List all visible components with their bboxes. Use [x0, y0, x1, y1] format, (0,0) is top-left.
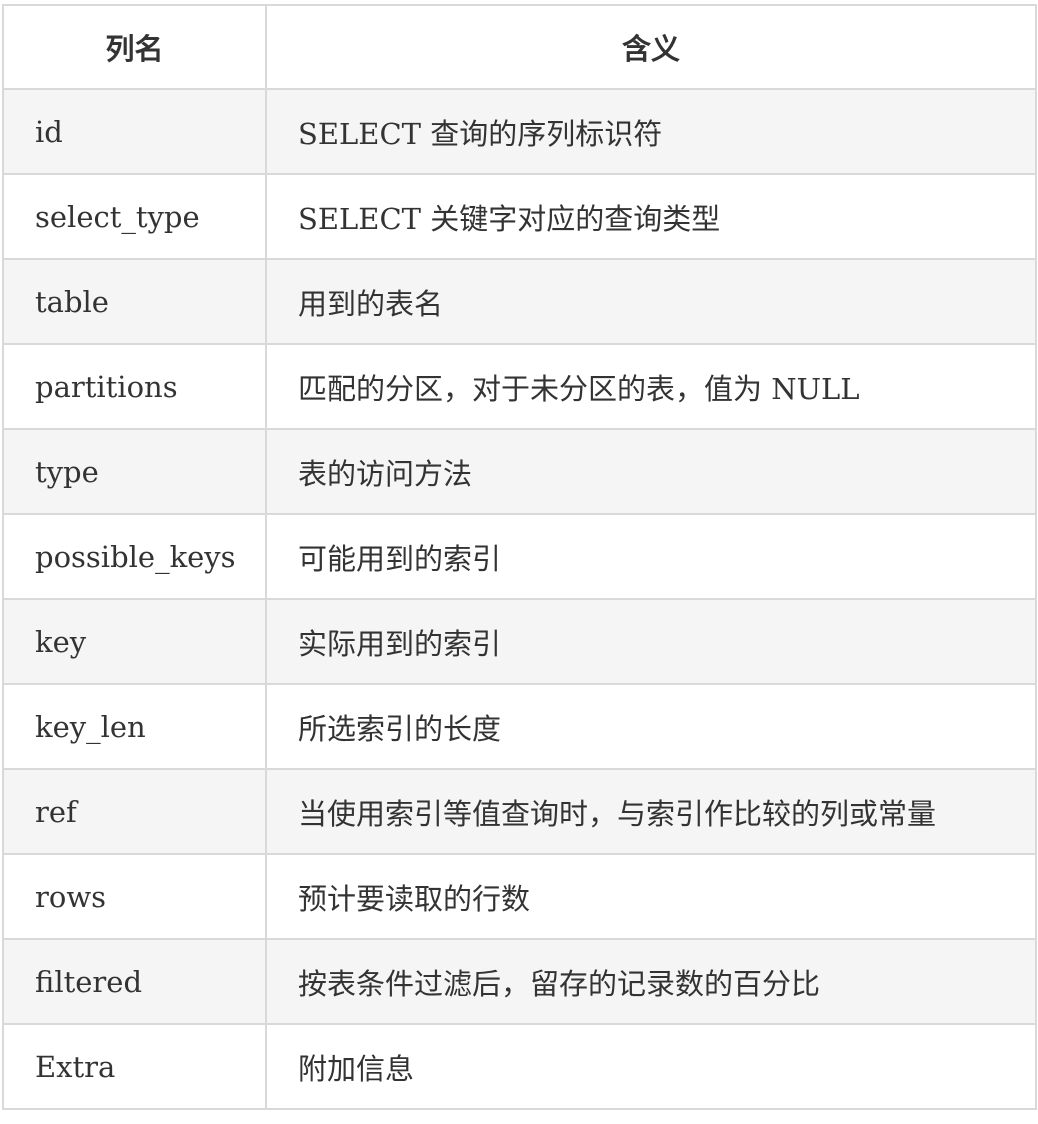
cell-column-name: Extra [2, 1023, 267, 1110]
cell-column-name: possible_keys [2, 513, 267, 600]
cell-meaning: SELECT 查询的序列标识符 [265, 88, 1037, 175]
cell-column-name: rows [2, 853, 267, 940]
cell-meaning: 当使用索引等值查询时，与索引作比较的列或常量 [265, 768, 1037, 855]
cell-meaning: 表的访问方法 [265, 428, 1037, 515]
table-row: id SELECT 查询的序列标识符 [2, 88, 1037, 175]
table-row: ref 当使用索引等值查询时，与索引作比较的列或常量 [2, 768, 1037, 855]
table-row: Extra 附加信息 [2, 1023, 1037, 1110]
header-column-name: 列名 [2, 4, 267, 90]
explain-columns-table: 列名 含义 id SELECT 查询的序列标识符 select_type SEL… [2, 4, 1037, 1110]
cell-column-name: ref [2, 768, 267, 855]
table-row: table 用到的表名 [2, 258, 1037, 345]
cell-meaning: SELECT 关键字对应的查询类型 [265, 173, 1037, 260]
table-row: type 表的访问方法 [2, 428, 1037, 515]
cell-meaning: 匹配的分区，对于未分区的表，值为 NULL [265, 343, 1037, 430]
table-row: partitions 匹配的分区，对于未分区的表，值为 NULL [2, 343, 1037, 430]
cell-meaning: 实际用到的索引 [265, 598, 1037, 685]
cell-column-name: id [2, 88, 267, 175]
cell-meaning: 预计要读取的行数 [265, 853, 1037, 940]
table-row: key 实际用到的索引 [2, 598, 1037, 685]
cell-column-name: select_type [2, 173, 267, 260]
cell-meaning: 按表条件过滤后，留存的记录数的百分比 [265, 938, 1037, 1025]
cell-column-name: table [2, 258, 267, 345]
cell-meaning: 可能用到的索引 [265, 513, 1037, 600]
cell-column-name: type [2, 428, 267, 515]
table-row: rows 预计要读取的行数 [2, 853, 1037, 940]
cell-column-name: key_len [2, 683, 267, 770]
table-row: filtered 按表条件过滤后，留存的记录数的百分比 [2, 938, 1037, 1025]
header-row: 列名 含义 [2, 4, 1037, 90]
header-meaning: 含义 [265, 4, 1037, 90]
cell-column-name: partitions [2, 343, 267, 430]
cell-meaning: 附加信息 [265, 1023, 1037, 1110]
cell-column-name: key [2, 598, 267, 685]
table-row: possible_keys 可能用到的索引 [2, 513, 1037, 600]
cell-meaning: 所选索引的长度 [265, 683, 1037, 770]
explain-columns-table-container: 列名 含义 id SELECT 查询的序列标识符 select_type SEL… [2, 4, 1037, 1110]
table-row: key_len 所选索引的长度 [2, 683, 1037, 770]
cell-column-name: filtered [2, 938, 267, 1025]
cell-meaning: 用到的表名 [265, 258, 1037, 345]
table-row: select_type SELECT 关键字对应的查询类型 [2, 173, 1037, 260]
